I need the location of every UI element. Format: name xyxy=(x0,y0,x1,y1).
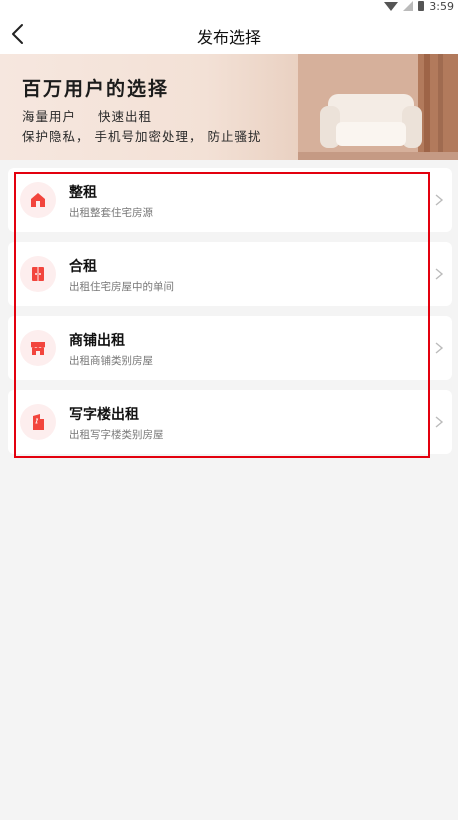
option-title: 整租 xyxy=(69,185,97,201)
promo-banner: 百万用户的选择 海量用户 快速出租 保护隐私， 手机号加密处理， 防止骚扰 xyxy=(0,54,458,160)
battery-icon xyxy=(418,1,425,11)
status-time: 3:59 xyxy=(429,0,454,13)
option-subtitle: 出租写字楼类别房屋 xyxy=(69,429,164,441)
option-shared-rent[interactable]: 合租 出租住宅房屋中的单间 xyxy=(8,242,452,306)
house-icon xyxy=(31,193,45,207)
header-bar: 发布选择 xyxy=(0,14,458,54)
option-subtitle: 出租住宅房屋中的单间 xyxy=(69,281,174,293)
status-bar: 3:59 xyxy=(0,0,458,14)
chevron-right-icon xyxy=(435,342,444,354)
publish-options-list: 整租 出租整套住宅房源 合租 出租住宅房屋中的单间 商铺出租 出租商铺类别房屋 … xyxy=(8,168,452,464)
office-building-icon xyxy=(33,414,44,430)
option-title: 写字楼出租 xyxy=(69,407,139,423)
shop-icon xyxy=(31,342,45,355)
wifi-icon xyxy=(384,1,399,11)
chevron-right-icon xyxy=(435,268,444,280)
banner-privacy-note: 保护隐私， 手机号加密处理， 防止骚扰 xyxy=(22,129,262,144)
option-office-rent[interactable]: 写字楼出租 出租写字楼类别房屋 xyxy=(8,390,452,454)
option-shop-rent[interactable]: 商铺出租 出租商铺类别房屋 xyxy=(8,316,452,380)
option-subtitle: 出租整套住宅房源 xyxy=(69,207,153,219)
option-title: 商铺出租 xyxy=(69,333,125,349)
sofa-image xyxy=(298,54,458,160)
option-subtitle: 出租商铺类别房屋 xyxy=(69,355,153,367)
option-title: 合租 xyxy=(69,259,97,275)
page-title: 发布选择 xyxy=(196,28,261,47)
chevron-right-icon xyxy=(435,416,444,428)
banner-subtitle: 海量用户 快速出租 xyxy=(22,109,152,124)
banner-title: 百万用户的选择 xyxy=(22,78,170,100)
signal-icon xyxy=(403,1,414,11)
status-icons: 3:59 xyxy=(384,0,454,13)
door-icon xyxy=(32,267,44,281)
option-whole-rent[interactable]: 整租 出租整套住宅房源 xyxy=(8,168,452,232)
chevron-right-icon xyxy=(435,194,444,206)
